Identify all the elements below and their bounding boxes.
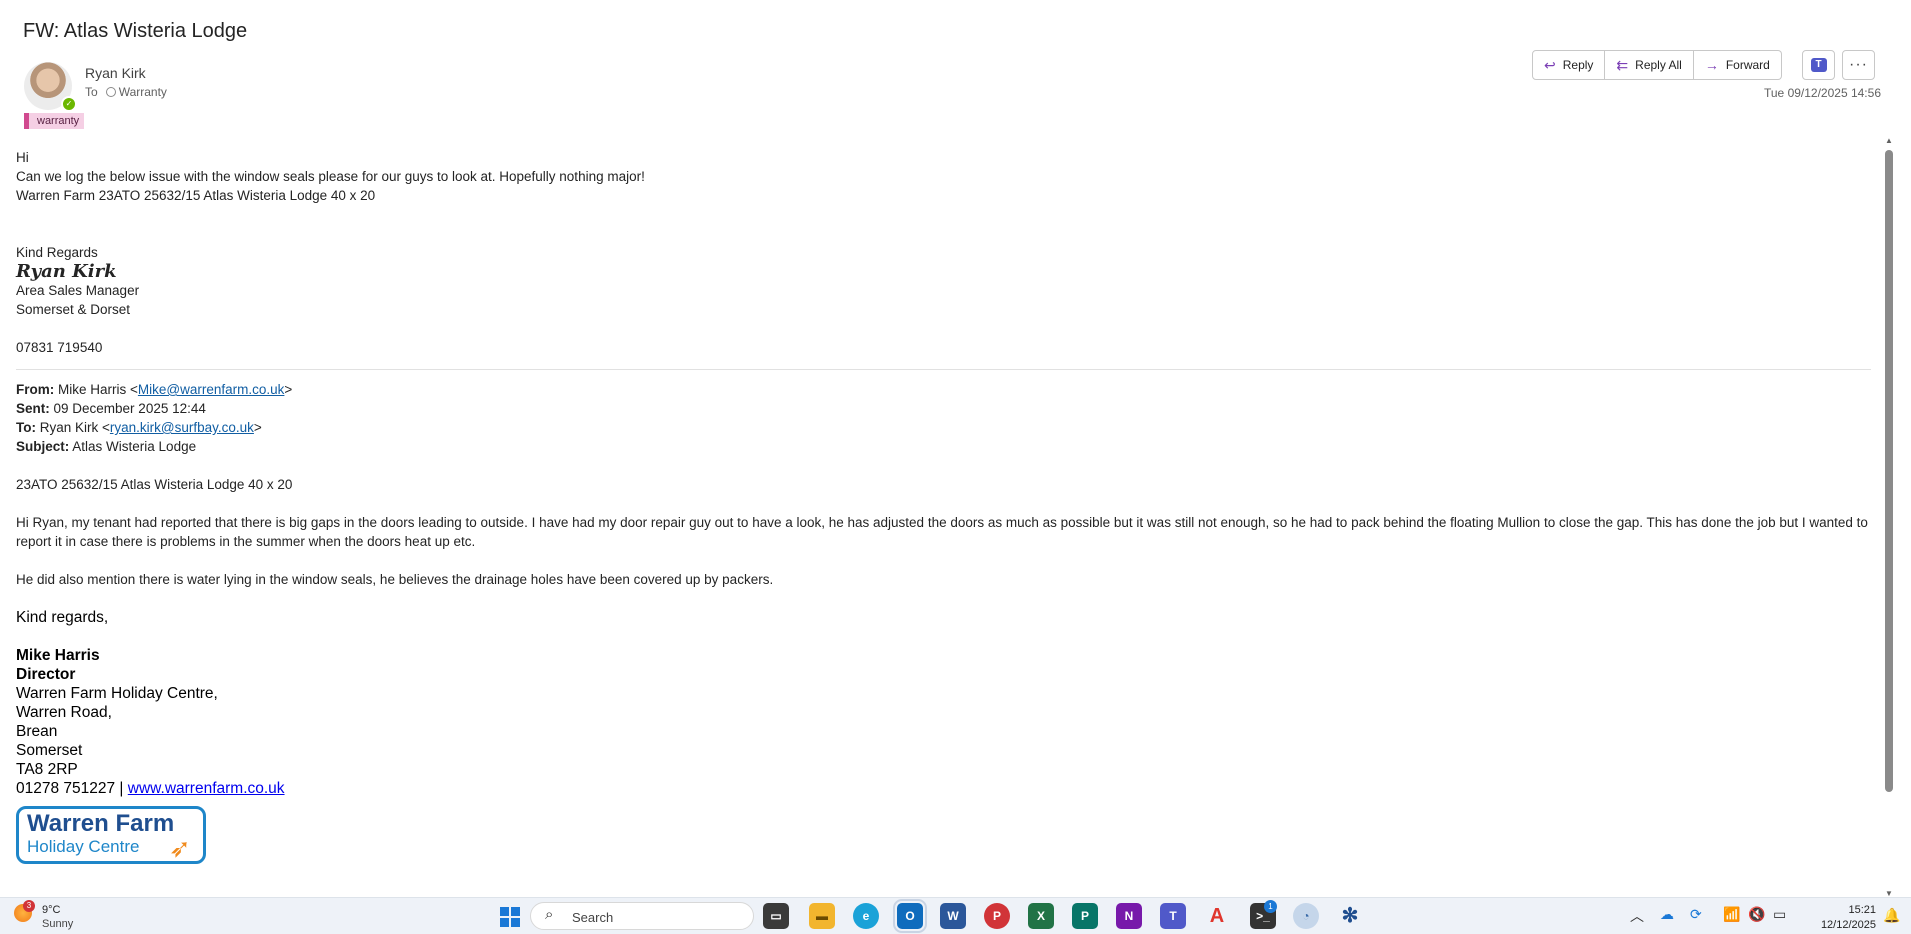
- task-view-icon[interactable]: ▭: [763, 903, 789, 929]
- reading-pane-scrollbar[interactable]: ▲ ▼: [1882, 136, 1896, 898]
- forward-divider: [16, 369, 1871, 370]
- notification-bell-icon[interactable]: 🔔: [1883, 907, 1900, 924]
- reply-arrow-icon: ↩: [1544, 56, 1556, 73]
- fwd-paragraph-1: Hi Ryan, my tenant had reported that the…: [16, 515, 1872, 549]
- teams-button[interactable]: T: [1802, 50, 1835, 80]
- taskbar: 3 9°C Sunny ⌕ Search ▭ ▬ e O W P X P N T…: [0, 897, 1911, 934]
- signature-title: Area Sales Manager: [16, 283, 140, 298]
- to-label: To: [85, 85, 98, 99]
- reply-all-button[interactable]: ⇇ Reply All: [1605, 50, 1694, 80]
- weather-badge: 3: [23, 900, 35, 912]
- chevron-up-icon[interactable]: ︿: [1630, 906, 1644, 926]
- reply-all-arrow-icon: ⇇: [1616, 56, 1629, 73]
- fwd-to-line: To: Ryan Kirk <ryan.kirk@surfbay.co.uk>: [16, 420, 262, 435]
- message-body: Hi Can we log the below issue with the w…: [16, 148, 1871, 864]
- body-greeting: Hi: [16, 150, 29, 165]
- message-actions: ↩ Reply ⇇ Reply All → Forward: [1532, 50, 1782, 80]
- forward-button[interactable]: → Forward: [1693, 50, 1782, 80]
- reply-all-label: Reply All: [1635, 58, 1682, 72]
- fwd-signature-role: Director: [16, 666, 76, 683]
- onenote-icon[interactable]: N: [1116, 903, 1142, 929]
- presence-available-icon: ✓: [61, 96, 77, 112]
- warren-farm-logo: Warren Farm Holiday Centre ➶: [16, 806, 206, 864]
- taskbar-clock[interactable]: 15:21 12/12/2025: [1820, 903, 1876, 933]
- search-icon: ⌕: [545, 906, 554, 923]
- figure-app-icon[interactable]: ✻: [1337, 903, 1363, 929]
- fwd-reference: 23ATO 25632/15 Atlas Wisteria Lodge 40 x…: [16, 477, 293, 492]
- forward-arrow-icon: →: [1704, 57, 1719, 73]
- clock-date: 12/12/2025: [1820, 919, 1876, 931]
- signature-phone: 07831 719540: [16, 340, 103, 355]
- scroll-thumb[interactable]: [1885, 150, 1893, 792]
- fox-logo-icon: ➶: [169, 833, 191, 863]
- pdf-reader-icon[interactable]: P: [984, 903, 1010, 929]
- fwd-paragraph-2: He did also mention there is water lying…: [16, 572, 774, 587]
- word-icon[interactable]: W: [940, 903, 966, 929]
- fwd-regards: Kind regards,: [16, 609, 109, 626]
- excel-icon[interactable]: X: [1028, 903, 1054, 929]
- fwd-signature-name: Mike Harris: [16, 647, 100, 664]
- taskbar-search[interactable]: ⌕ Search: [530, 902, 754, 930]
- category-tag[interactable]: warranty: [24, 113, 85, 129]
- sync-icon[interactable]: ⟳: [1690, 906, 1702, 923]
- wifi-icon[interactable]: 📶: [1723, 906, 1740, 923]
- body-line-2: Warren Farm 23ATO 25632/15 Atlas Wisteri…: [16, 188, 376, 203]
- signature-name: Ryan Kirk: [16, 261, 117, 282]
- battery-icon[interactable]: ▭: [1773, 906, 1786, 923]
- sender-name[interactable]: Ryan Kirk: [85, 65, 146, 81]
- circle-app-icon[interactable]: ◔: [1293, 903, 1319, 929]
- body-regards: Kind Regards: [16, 245, 98, 260]
- fwd-address-3: Brean: [16, 723, 58, 740]
- message-subject: FW: Atlas Wisteria Lodge: [23, 20, 248, 42]
- fwd-from-line: From: Mike Harris <Mike@warrenfarm.co.uk…: [16, 382, 293, 397]
- signature-area: Somerset & Dorset: [16, 302, 131, 317]
- search-placeholder: Search: [572, 910, 614, 925]
- fwd-subject-line: Subject: Atlas Wisteria Lodge: [16, 439, 197, 454]
- website-link[interactable]: www.warrenfarm.co.uk: [128, 780, 285, 797]
- fwd-from-email-link[interactable]: Mike@warrenfarm.co.uk: [138, 382, 285, 397]
- outlook-icon[interactable]: O: [893, 899, 927, 933]
- onedrive-cloud-icon[interactable]: ☁: [1660, 906, 1674, 923]
- weather-temperature: 9°C: [42, 904, 61, 916]
- recipient-line: To Warranty: [85, 85, 167, 99]
- fwd-contact-line: 01278 751227 | www.warrenfarm.co.uk: [16, 780, 285, 797]
- fwd-address-1: Warren Farm Holiday Centre,: [16, 685, 218, 702]
- reply-button[interactable]: ↩ Reply: [1532, 50, 1606, 80]
- clock-time: 15:21: [1848, 904, 1876, 916]
- fwd-address-2: Warren Road,: [16, 704, 112, 721]
- edge-icon[interactable]: e: [853, 903, 879, 929]
- fwd-address-5: TA8 2RP: [16, 761, 78, 778]
- volume-muted-icon[interactable]: 🔇: [1748, 906, 1765, 923]
- more-dots-icon: ···: [1849, 56, 1868, 73]
- scroll-up-icon[interactable]: ▲: [1885, 136, 1893, 145]
- body-line-1: Can we log the below issue with the wind…: [16, 169, 645, 184]
- file-explorer-icon[interactable]: ▬: [809, 903, 835, 929]
- teams-taskbar-icon[interactable]: T: [1160, 903, 1186, 929]
- app-notification-badge: 1: [1264, 900, 1277, 913]
- weather-condition: Sunny: [42, 918, 74, 930]
- fwd-sent-line: Sent: 09 December 2025 12:44: [16, 401, 206, 416]
- recipient-status-icon: [105, 87, 116, 97]
- reply-label: Reply: [1562, 58, 1594, 72]
- message-timestamp: Tue 09/12/2025 14:56: [1764, 86, 1881, 100]
- fwd-to-email-link[interactable]: ryan.kirk@surfbay.co.uk: [110, 420, 254, 435]
- forward-label: Forward: [1725, 58, 1770, 72]
- publisher-icon[interactable]: P: [1072, 903, 1098, 929]
- acrobat-icon[interactable]: A: [1204, 903, 1230, 929]
- teams-icon: T: [1810, 58, 1827, 72]
- fwd-address-4: Somerset: [16, 742, 83, 759]
- more-actions-button[interactable]: ···: [1842, 50, 1875, 80]
- start-windows-icon[interactable]: [500, 907, 520, 927]
- recipient-name[interactable]: Warranty: [119, 85, 167, 99]
